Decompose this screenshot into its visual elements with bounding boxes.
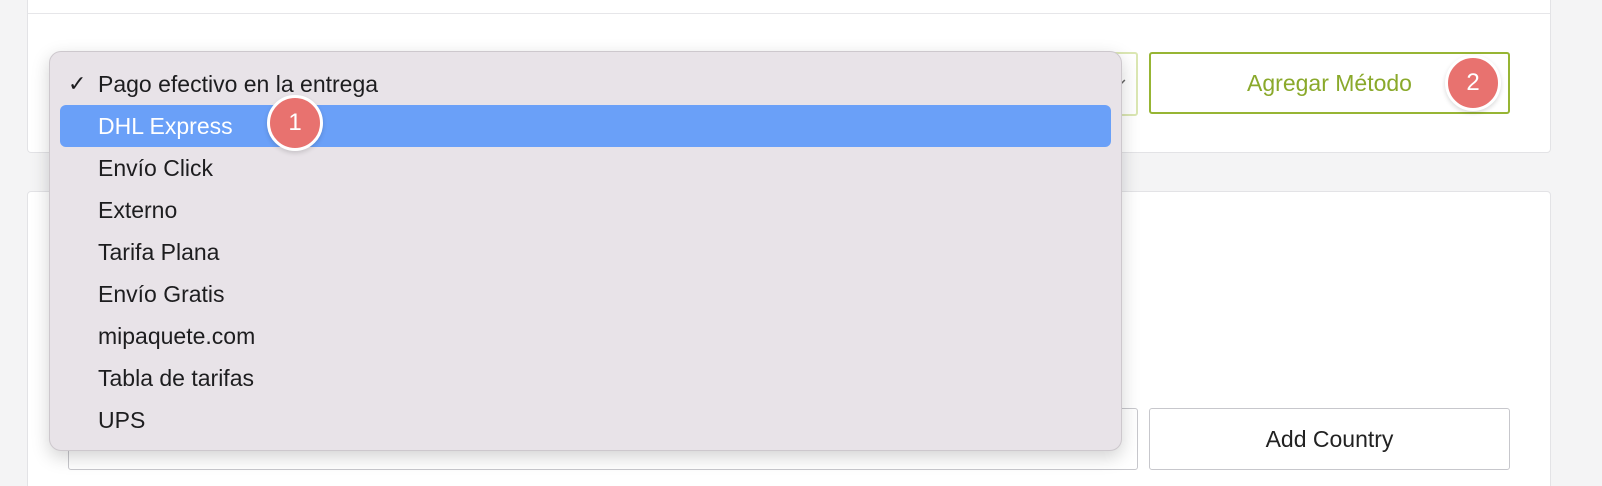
divider xyxy=(28,13,1550,14)
step-badge-1: 1 xyxy=(267,95,323,151)
add-method-button-label: Agregar Método xyxy=(1247,69,1412,96)
add-country-button-label: Add Country xyxy=(1265,425,1394,452)
dropdown-option-selected[interactable]: ✓ Pago efectivo en la entrega xyxy=(60,63,1111,105)
dropdown-option[interactable]: Externo xyxy=(60,189,1111,231)
shipping-method-dropdown-menu: ✓ Pago efectivo en la entrega DHL Expres… xyxy=(49,51,1122,451)
step-badge-2: 2 xyxy=(1445,55,1501,111)
dropdown-option[interactable]: Tarifa Plana xyxy=(60,231,1111,273)
dropdown-option[interactable]: UPS xyxy=(60,399,1111,441)
add-country-button[interactable]: Add Country xyxy=(1149,408,1510,470)
dropdown-option[interactable]: mipaquete.com xyxy=(60,315,1111,357)
dropdown-option[interactable]: Tabla de tarifas xyxy=(60,357,1111,399)
dropdown-option[interactable]: Envío Gratis xyxy=(60,273,1111,315)
dropdown-option-highlighted[interactable]: DHL Express xyxy=(60,105,1111,147)
dropdown-option[interactable]: Envío Click xyxy=(60,147,1111,189)
page: ⌄ Agregar Método Add Country ✓ Pago efec… xyxy=(0,0,1602,486)
checkmark-icon: ✓ xyxy=(68,71,87,96)
